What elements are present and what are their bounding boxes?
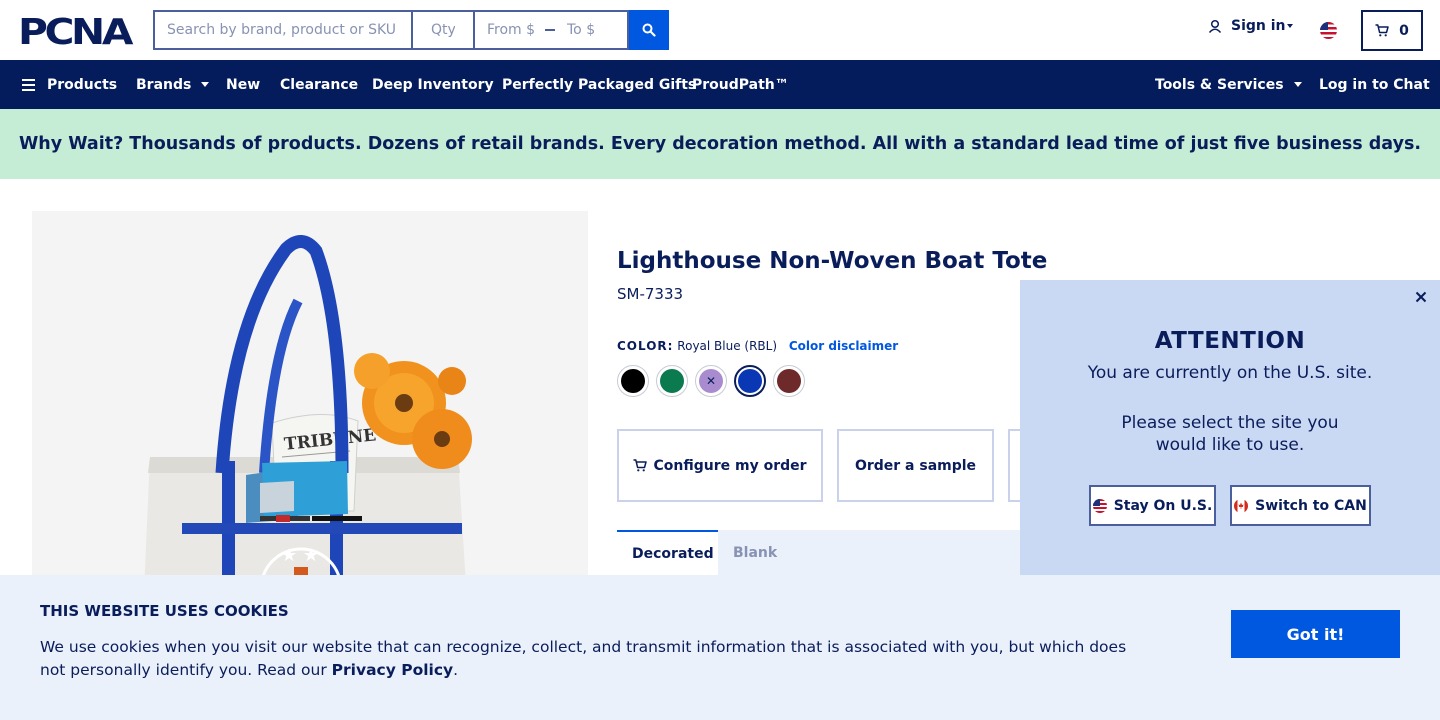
price-range <box>473 10 629 50</box>
tab-blank-label: Blank <box>733 544 778 561</box>
nav-chat-login[interactable]: Log in to Chat <box>1319 60 1430 109</box>
attention-current-site: You are currently on the U.S. site. <box>1087 363 1373 383</box>
decoration-tabs: Decorated Blank <box>617 530 1020 575</box>
swatch-royal-blue-dot <box>738 369 762 393</box>
configure-order-label: Configure my order <box>653 457 807 474</box>
product-sku: SM-7333 <box>617 285 684 303</box>
nav-deep-inventory[interactable]: Deep Inventory <box>372 60 494 109</box>
canada-flag-icon <box>1234 498 1249 513</box>
svg-text:™: ™ <box>128 42 133 48</box>
nav-proudpath[interactable]: ProudPath™ <box>692 60 789 109</box>
nav-chat-label: Log in to Chat <box>1319 76 1430 93</box>
promo-text: Why Wait? Thousands of products. Dozens … <box>18 134 1422 154</box>
cookie-title: THIS WEBSITE USES COOKIES <box>40 602 289 620</box>
nav-brands[interactable]: Brands <box>136 60 210 109</box>
got-it-button[interactable]: Got it! <box>1231 610 1400 658</box>
swatch-purple[interactable]: ✕ <box>695 365 727 397</box>
nav-tools-services[interactable]: Tools & Services <box>1155 60 1302 109</box>
cookie-text: We use cookies when you visit our websit… <box>40 636 1130 682</box>
search-icon <box>642 23 656 37</box>
order-sample-button[interactable]: Order a sample <box>837 429 994 502</box>
swatch-green-dot <box>660 369 684 393</box>
nav-products[interactable]: Products <box>22 60 117 109</box>
main-nav: Products Brands New Clearance Deep Inven… <box>0 60 1440 109</box>
color-disclaimer-link[interactable]: Color disclaimer <box>789 339 898 353</box>
hamburger-icon <box>22 78 35 91</box>
swatch-maroon-dot <box>777 369 801 393</box>
swatch-green[interactable] <box>656 365 688 397</box>
color-swatches: ✕ <box>617 365 812 397</box>
attention-title: ATTENTION <box>1154 328 1306 354</box>
order-sample-label: Order a sample <box>854 457 977 474</box>
user-icon <box>1208 19 1222 33</box>
nav-proudpath-label: ProudPath™ <box>692 76 789 93</box>
sign-in-label: Sign in <box>1231 18 1286 34</box>
nav-clearance[interactable]: Clearance <box>280 60 358 109</box>
color-value: Royal Blue (RBL) <box>677 339 778 353</box>
cookie-period: . <box>453 661 459 679</box>
promo-banner: Why Wait? Thousands of products. Dozens … <box>0 109 1440 179</box>
swatch-royal-blue[interactable] <box>734 365 766 397</box>
switch-can-label: Switch to CAN <box>1255 497 1367 514</box>
us-flag-icon <box>1092 498 1107 513</box>
sign-in-menu[interactable]: Sign in <box>1208 18 1293 34</box>
nav-packaged-gifts-label: Perfectly Packaged Gifts <box>502 76 697 93</box>
nav-clearance-label: Clearance <box>280 76 359 93</box>
close-icon[interactable] <box>1414 290 1428 304</box>
price-dash <box>545 29 555 31</box>
price-from-input[interactable] <box>487 22 535 38</box>
search-input[interactable] <box>153 10 411 50</box>
cart-icon <box>633 459 648 472</box>
attention-select-site: Please select the site you would like to… <box>1121 413 1339 455</box>
chevron-down-icon <box>201 82 210 87</box>
color-label: COLOR: <box>617 339 674 353</box>
cart-button[interactable]: 0 <box>1361 10 1423 51</box>
nav-products-label: Products <box>47 76 118 93</box>
privacy-policy-link[interactable]: Privacy Policy <box>332 661 454 679</box>
chevron-down-icon <box>1286 24 1293 28</box>
configure-order-button[interactable]: Configure my order <box>617 429 823 502</box>
nav-deep-inventory-label: Deep Inventory <box>372 76 494 93</box>
color-row: COLOR: Royal Blue (RBL) Color disclaimer <box>617 339 898 353</box>
svg-text:PCNA: PCNA <box>18 14 134 48</box>
nav-new[interactable]: New <box>226 60 260 109</box>
cookie-banner: THIS WEBSITE USES COOKIES We use cookies… <box>0 575 1440 720</box>
pcna-logo[interactable]: PCNA ™ <box>18 14 136 48</box>
nav-new-label: New <box>226 76 261 93</box>
stay-us-label: Stay On U.S. <box>1113 497 1213 514</box>
swatch-black[interactable] <box>617 365 649 397</box>
tab-decorated-label: Decorated <box>632 545 714 562</box>
nav-brands-label: Brands <box>136 76 192 93</box>
cookie-body: We use cookies when you visit our websit… <box>40 638 1127 679</box>
search-bar <box>153 10 669 50</box>
search-button[interactable] <box>629 10 669 50</box>
stay-us-button[interactable]: Stay On U.S. <box>1089 485 1216 526</box>
switch-can-button[interactable]: Switch to CAN <box>1230 485 1371 526</box>
swatch-purple-dot: ✕ <box>699 369 723 393</box>
nav-packaged-gifts[interactable]: Perfectly Packaged Gifts <box>502 60 696 109</box>
svg-text:★ ★: ★ ★ <box>281 545 319 566</box>
chevron-down-icon <box>1293 82 1302 87</box>
swatch-black-dot <box>621 369 645 393</box>
cart-count: 0 <box>1399 22 1409 39</box>
tab-blank[interactable]: Blank <box>718 530 792 575</box>
unavailable-x-icon: ✕ <box>705 374 717 388</box>
product-title: Lighthouse Non-Woven Boat Tote <box>617 248 1048 274</box>
nav-tools-label: Tools & Services <box>1155 76 1284 93</box>
top-header: PCNA ™ Sign in <box>0 0 1440 60</box>
cart-icon <box>1375 24 1389 37</box>
price-to-input[interactable] <box>567 22 615 38</box>
us-flag-icon[interactable] <box>1320 22 1337 39</box>
qty-input[interactable] <box>411 10 473 50</box>
site-selection-modal: ATTENTION You are currently on the U.S. … <box>1020 280 1440 575</box>
swatch-maroon[interactable] <box>773 365 805 397</box>
tab-decorated[interactable]: Decorated <box>617 530 718 575</box>
